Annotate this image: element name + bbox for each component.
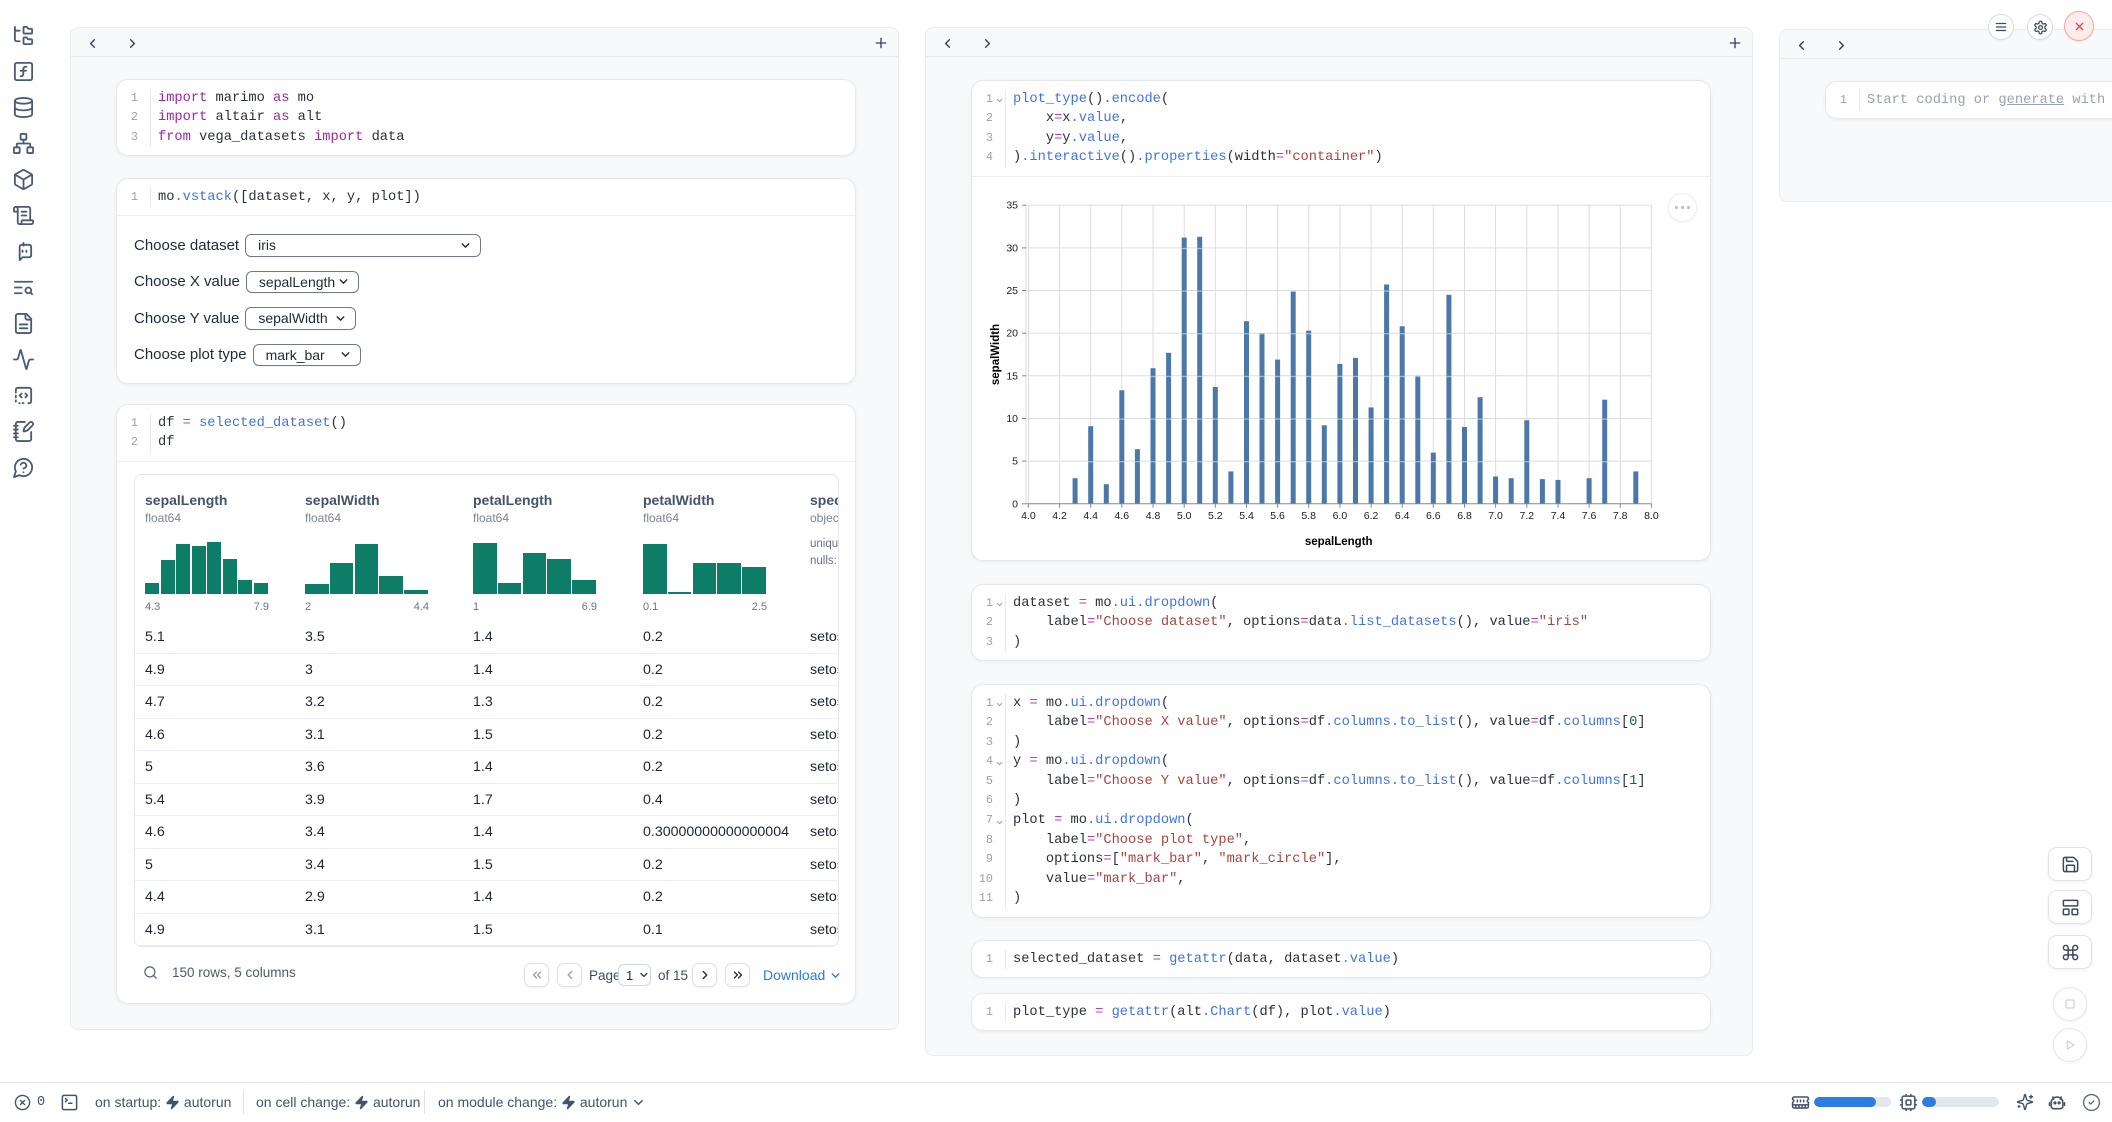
svg-text:4.6: 4.6 — [1114, 510, 1129, 522]
svg-text:5.8: 5.8 — [1301, 510, 1316, 522]
svg-text:6.2: 6.2 — [1364, 510, 1379, 522]
svg-text:5.4: 5.4 — [1239, 510, 1254, 522]
svg-text:7.4: 7.4 — [1551, 510, 1566, 522]
svg-text:4.8: 4.8 — [1146, 510, 1161, 522]
svg-text:7.8: 7.8 — [1613, 510, 1628, 522]
svg-text:0: 0 — [1012, 498, 1018, 510]
svg-text:10: 10 — [1006, 413, 1018, 425]
svg-text:6.0: 6.0 — [1333, 510, 1348, 522]
svg-text:8.0: 8.0 — [1644, 510, 1659, 522]
svg-text:7.2: 7.2 — [1519, 510, 1534, 522]
svg-text:20: 20 — [1006, 328, 1018, 340]
svg-text:7.6: 7.6 — [1582, 510, 1597, 522]
svg-text:5.2: 5.2 — [1208, 510, 1223, 522]
svg-text:5.0: 5.0 — [1177, 510, 1192, 522]
svg-text:25: 25 — [1006, 285, 1018, 297]
svg-text:4.4: 4.4 — [1083, 510, 1098, 522]
svg-text:sepalLength: sepalLength — [1305, 536, 1373, 548]
svg-text:6.6: 6.6 — [1426, 510, 1441, 522]
svg-text:5.6: 5.6 — [1270, 510, 1285, 522]
svg-text:30: 30 — [1006, 242, 1018, 254]
svg-text:7.0: 7.0 — [1488, 510, 1503, 522]
svg-text:6.4: 6.4 — [1395, 510, 1410, 522]
svg-text:35: 35 — [1006, 200, 1018, 212]
svg-text:15: 15 — [1006, 370, 1018, 382]
svg-text:5: 5 — [1012, 456, 1018, 468]
svg-text:6.8: 6.8 — [1457, 510, 1472, 522]
svg-text:sepalWidth: sepalWidth — [990, 324, 1002, 385]
svg-text:4.2: 4.2 — [1052, 510, 1067, 522]
svg-text:4.0: 4.0 — [1021, 510, 1036, 522]
